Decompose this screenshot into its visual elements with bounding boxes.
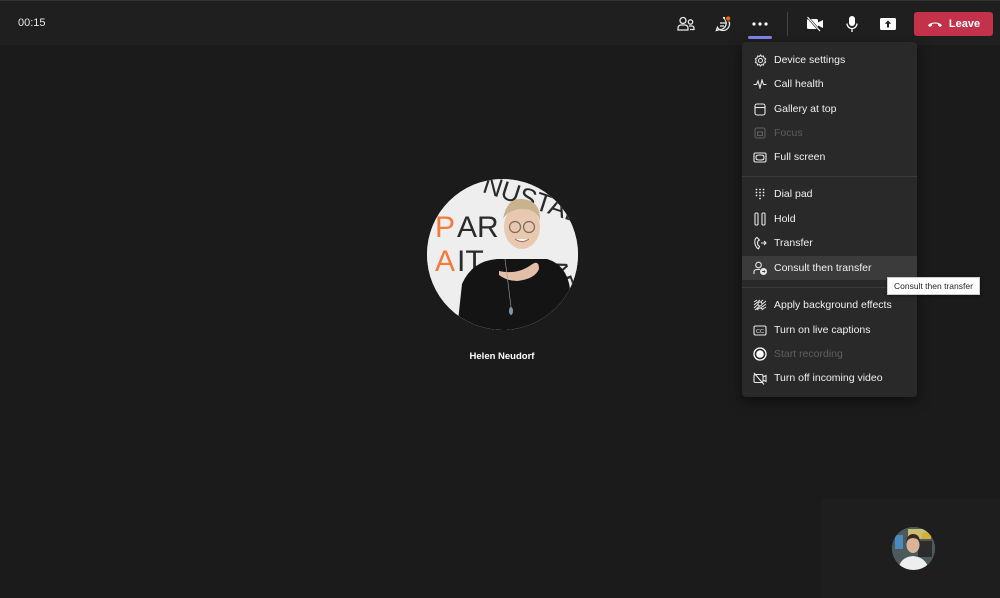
dial-pad-icon xyxy=(753,187,767,201)
menu-item-label: Consult then transfer xyxy=(774,262,872,274)
microphone-button[interactable] xyxy=(838,11,866,37)
toolbar-divider xyxy=(787,12,788,36)
menu-item-label: Hold xyxy=(774,213,796,225)
menu-item-turn-on-live-captions[interactable]: CC Turn on live captions xyxy=(742,318,917,342)
camera-off-icon xyxy=(806,16,823,32)
menu-item-label: Dial pad xyxy=(774,188,813,200)
record-icon xyxy=(753,347,767,361)
svg-text:A: A xyxy=(435,245,455,278)
menu-item-label: Start recording xyxy=(774,348,843,360)
full-screen-icon xyxy=(753,150,767,164)
self-view-tile xyxy=(821,498,1000,598)
menu-item-label: Call health xyxy=(774,78,824,90)
chat-button[interactable] xyxy=(709,11,737,37)
leave-button[interactable]: Leave xyxy=(914,12,993,36)
menu-item-label: Turn on live captions xyxy=(774,324,871,336)
people-icon xyxy=(677,16,695,31)
tooltip: Consult then transfer xyxy=(887,277,980,295)
more-actions-menu: Device settings Call health Gallery at t… xyxy=(742,42,917,397)
menu-item-dial-pad[interactable]: Dial pad xyxy=(742,182,917,206)
svg-text:CC: CC xyxy=(756,329,764,335)
menu-item-label: Transfer xyxy=(774,237,813,249)
menu-item-call-health[interactable]: Call health xyxy=(742,72,917,96)
hang-up-icon xyxy=(927,22,942,27)
more-actions-button[interactable] xyxy=(746,11,774,37)
more-icon xyxy=(752,22,768,26)
menu-item-label: Focus xyxy=(774,127,803,139)
menu-item-label: Gallery at top xyxy=(774,103,837,115)
pause-icon xyxy=(753,212,767,226)
menu-item-focus: Focus xyxy=(742,121,917,145)
svg-text:P: P xyxy=(435,211,455,244)
menu-item-device-settings[interactable]: Device settings xyxy=(742,48,917,72)
share-screen-button[interactable] xyxy=(874,11,902,37)
self-photo xyxy=(892,527,935,570)
menu-item-transfer[interactable]: Transfer xyxy=(742,231,917,255)
menu-item-label: Apply background effects xyxy=(774,299,892,311)
menu-item-full-screen[interactable]: Full screen xyxy=(742,145,917,169)
participant-photo: NUSTAD P AR A IT ADT xyxy=(427,179,578,330)
captions-icon: CC xyxy=(753,323,767,337)
active-indicator xyxy=(748,36,772,39)
svg-text:AR: AR xyxy=(457,211,499,244)
leave-label: Leave xyxy=(948,18,981,30)
teams-call-window: 00:15 Leave P AR A IT Helen Neudorf Devi… xyxy=(0,0,1000,598)
camera-toggle-button[interactable] xyxy=(801,11,829,37)
gear-icon xyxy=(753,53,767,67)
menu-item-turn-off-incoming-video[interactable]: Turn off incoming video xyxy=(742,366,917,390)
menu-item-gallery-at-top[interactable]: Gallery at top xyxy=(742,97,917,121)
share-screen-icon xyxy=(880,18,896,30)
pulse-icon xyxy=(753,77,767,91)
participant-name: Helen Neudorf xyxy=(469,351,535,362)
call-toolbar: 00:15 Leave xyxy=(0,0,1000,45)
menu-divider xyxy=(742,176,917,177)
call-timer: 00:15 xyxy=(18,17,46,29)
menu-item-apply-background-effects[interactable]: Apply background effects xyxy=(742,293,917,317)
menu-item-label: Turn off incoming video xyxy=(774,372,883,384)
menu-item-start-recording: Start recording xyxy=(742,342,917,366)
microphone-icon xyxy=(846,16,858,32)
video-off-icon xyxy=(753,371,767,385)
gallery-top-icon xyxy=(753,102,767,116)
chat-icon xyxy=(715,15,732,32)
self-avatar xyxy=(892,527,935,570)
background-effects-icon xyxy=(753,298,767,312)
participant-avatar: NUSTAD P AR A IT ADT xyxy=(427,179,578,330)
transfer-icon xyxy=(753,236,767,250)
menu-item-label: Device settings xyxy=(774,54,846,66)
focus-icon xyxy=(753,126,767,140)
participants-button[interactable] xyxy=(672,11,700,37)
consult-transfer-icon xyxy=(753,261,767,275)
menu-item-hold[interactable]: Hold xyxy=(742,207,917,231)
menu-item-label: Full screen xyxy=(774,151,826,163)
